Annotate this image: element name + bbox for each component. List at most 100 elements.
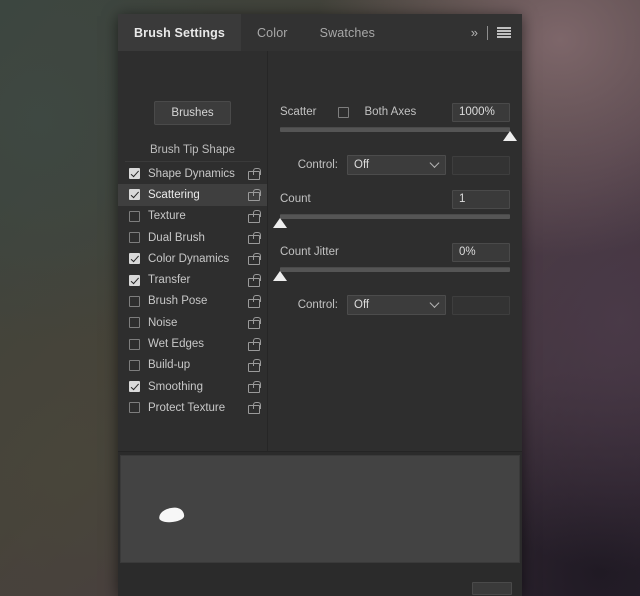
scatter-slider[interactable] bbox=[280, 126, 517, 144]
count-jitter-label: Count Jitter bbox=[280, 246, 339, 258]
option-row-brush-pose[interactable]: Brush Pose bbox=[118, 291, 267, 312]
panel-body: Brushes Brush Tip Shape Shape Dynamics S… bbox=[118, 51, 522, 452]
unlock-icon[interactable] bbox=[248, 252, 261, 266]
count-slider-thumb[interactable] bbox=[273, 218, 287, 228]
count-label: Count bbox=[280, 193, 311, 205]
option-label: Noise bbox=[148, 316, 178, 329]
hamburger-menu-icon[interactable] bbox=[497, 27, 511, 38]
option-row-smoothing[interactable]: Smoothing bbox=[118, 376, 267, 397]
unlock-icon[interactable] bbox=[248, 210, 261, 223]
select-value: Off bbox=[354, 299, 370, 311]
count-jitter-value-field[interactable]: 0% bbox=[452, 242, 510, 262]
option-label: Build-up bbox=[148, 359, 191, 372]
option-label: Smoothing bbox=[148, 380, 203, 393]
option-label: Protect Texture bbox=[148, 401, 226, 414]
count-jitter-control-select[interactable]: Off bbox=[347, 295, 446, 315]
checkbox-smoothing[interactable] bbox=[129, 381, 140, 393]
checkbox-transfer[interactable] bbox=[129, 274, 140, 286]
checkbox-build-up[interactable] bbox=[129, 359, 140, 371]
both-axes-toggle[interactable]: Both Axes bbox=[338, 106, 416, 118]
option-label: Transfer bbox=[148, 274, 191, 287]
scatter-label: Scatter bbox=[280, 106, 317, 118]
brush-preview-pane[interactable] bbox=[120, 455, 520, 564]
count-jitter-control-label: Control: bbox=[297, 299, 338, 311]
header-divider bbox=[487, 25, 488, 40]
footer-button[interactable] bbox=[472, 582, 512, 595]
unlock-icon[interactable] bbox=[248, 316, 261, 330]
option-label: Texture bbox=[148, 210, 186, 223]
unlock-icon[interactable] bbox=[248, 231, 261, 245]
tab-label: Color bbox=[257, 25, 288, 40]
unlock-icon[interactable] bbox=[248, 338, 261, 351]
brushes-button-wrap: Brushes bbox=[118, 51, 267, 125]
count-jitter-control-row: Control: Off bbox=[268, 294, 522, 316]
scatter-row: Scatter Both Axes 1000% bbox=[268, 101, 522, 123]
unlock-icon[interactable] bbox=[248, 274, 261, 287]
count-row: Count 1 bbox=[268, 188, 522, 210]
select-value: Off bbox=[354, 159, 370, 171]
checkbox-both-axes[interactable] bbox=[338, 106, 350, 118]
chevron-double-right-icon[interactable]: » bbox=[469, 26, 478, 39]
checkbox-wet-edges[interactable] bbox=[129, 338, 140, 350]
scatter-control-label: Control: bbox=[297, 159, 338, 171]
both-axes-label: Both Axes bbox=[364, 106, 417, 118]
scatter-slider-thumb[interactable] bbox=[503, 131, 517, 141]
scattering-controls: Scatter Both Axes 1000% Control: Off Cou… bbox=[268, 51, 522, 452]
tab-brush-settings[interactable]: Brush Settings bbox=[118, 14, 241, 51]
scatter-value-field[interactable]: 1000% bbox=[452, 102, 510, 122]
panel-footer bbox=[118, 563, 522, 596]
option-row-shape-dynamics[interactable]: Shape Dynamics bbox=[118, 163, 267, 184]
scatter-control-select[interactable]: Off bbox=[347, 155, 446, 175]
option-row-dual-brush[interactable]: Dual Brush bbox=[118, 227, 267, 248]
tab-label: Brush Settings bbox=[134, 25, 225, 40]
unlock-icon[interactable] bbox=[248, 380, 261, 394]
checkbox-brush-pose[interactable] bbox=[129, 295, 140, 307]
chevron-down-icon bbox=[429, 298, 440, 308]
count-slider[interactable] bbox=[273, 213, 510, 231]
checkbox-texture[interactable] bbox=[129, 210, 140, 222]
scatter-control-aux-field[interactable] bbox=[452, 155, 510, 175]
unlock-icon[interactable] bbox=[248, 401, 261, 415]
option-label: Wet Edges bbox=[148, 338, 205, 351]
unlock-icon[interactable] bbox=[248, 188, 261, 202]
count-jitter-row: Count Jitter 0% bbox=[268, 241, 522, 263]
unlock-icon[interactable] bbox=[248, 359, 261, 372]
option-row-texture[interactable]: Texture bbox=[118, 206, 267, 227]
option-label: Color Dynamics bbox=[148, 252, 230, 265]
option-label: Brush Pose bbox=[148, 295, 208, 308]
option-label: Dual Brush bbox=[148, 231, 205, 244]
brushes-button[interactable]: Brushes bbox=[154, 101, 231, 125]
option-row-noise[interactable]: Noise bbox=[118, 312, 267, 333]
brush-options-sidebar: Brushes Brush Tip Shape Shape Dynamics S… bbox=[118, 51, 268, 452]
option-row-color-dynamics[interactable]: Color Dynamics bbox=[118, 248, 267, 269]
option-label: Shape Dynamics bbox=[148, 167, 235, 180]
option-row-build-up[interactable]: Build-up bbox=[118, 355, 267, 376]
checkbox-scattering[interactable] bbox=[129, 189, 140, 201]
unlock-icon[interactable] bbox=[248, 295, 261, 308]
scatter-slider-track[interactable] bbox=[280, 127, 510, 132]
count-jitter-slider-track[interactable] bbox=[280, 267, 510, 272]
brush-options-list: Shape Dynamics Scattering Texture Dual B… bbox=[118, 162, 267, 419]
brush-tip-shape-header[interactable]: Brush Tip Shape bbox=[125, 144, 260, 162]
tab-label: Swatches bbox=[319, 25, 376, 40]
option-row-protect-texture[interactable]: Protect Texture bbox=[118, 397, 267, 418]
unlock-icon[interactable] bbox=[248, 167, 261, 181]
checkbox-shape-dynamics[interactable] bbox=[129, 168, 140, 180]
option-row-scattering[interactable]: Scattering bbox=[118, 184, 267, 206]
option-row-transfer[interactable]: Transfer bbox=[118, 269, 267, 290]
option-row-wet-edges[interactable]: Wet Edges bbox=[118, 333, 267, 354]
count-jitter-slider-thumb[interactable] bbox=[273, 271, 287, 281]
count-jitter-slider[interactable] bbox=[273, 266, 510, 284]
checkbox-dual-brush[interactable] bbox=[129, 232, 140, 244]
count-slider-track[interactable] bbox=[280, 214, 510, 219]
checkbox-color-dynamics[interactable] bbox=[129, 253, 140, 265]
tab-color[interactable]: Color bbox=[241, 14, 304, 51]
tab-swatches[interactable]: Swatches bbox=[304, 14, 391, 51]
count-value-field[interactable]: 1 bbox=[452, 189, 510, 209]
brush-stroke-preview bbox=[158, 507, 185, 524]
panel-header-icons: » bbox=[469, 14, 522, 51]
checkbox-noise[interactable] bbox=[129, 317, 140, 329]
checkbox-protect-texture[interactable] bbox=[129, 402, 140, 414]
count-jitter-control-aux-field[interactable] bbox=[452, 295, 510, 315]
chevron-down-icon bbox=[429, 158, 440, 168]
